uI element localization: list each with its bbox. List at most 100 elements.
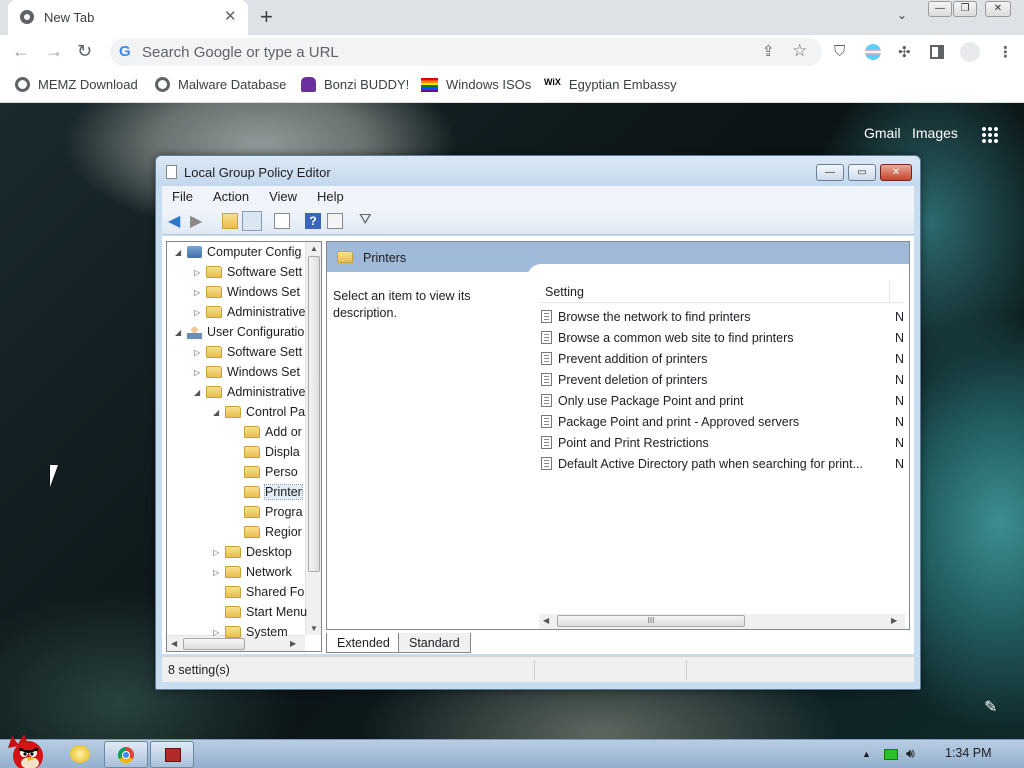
tab-extended[interactable]: Extended	[326, 633, 401, 653]
expanded-arrow-icon[interactable]: ◢	[213, 408, 225, 417]
tree-item[interactable]: ◢ Computer Config	[175, 242, 302, 262]
tree-item[interactable]: Regior	[232, 522, 302, 542]
customize-pencil-icon[interactable]: ✎	[984, 697, 997, 717]
up-folder-icon[interactable]	[222, 213, 238, 229]
new-tab-button[interactable]: +	[260, 4, 273, 30]
tree-item[interactable]: ▷ Windows Set	[194, 362, 300, 382]
expanded-arrow-icon[interactable]: ◢	[194, 388, 206, 397]
ublock-shield-icon[interactable]: ⛉	[834, 43, 845, 60]
tree-item[interactable]: Printer	[232, 482, 303, 502]
scroll-up-icon[interactable]: ▲	[310, 244, 318, 253]
window-close-button[interactable]: ✕	[880, 164, 912, 181]
tree-item[interactable]: ▷ Administrative	[194, 302, 306, 322]
setting-row[interactable]: Point and Print Restrictions N	[541, 432, 909, 453]
collapsed-arrow-icon[interactable]: ▷	[194, 308, 206, 317]
tab-search-chevron-icon[interactable]: ⌄	[897, 8, 907, 22]
flag-extension-icon[interactable]	[865, 44, 881, 60]
menu-kebab-icon[interactable]: ⋮	[998, 43, 1013, 61]
setting-row[interactable]: Prevent addition of printers N	[541, 348, 909, 369]
window-maximize-button[interactable]: ▭	[848, 164, 876, 181]
tree-item[interactable]: ▷ Desktop	[213, 542, 292, 562]
setting-row[interactable]: Package Point and print - Approved serve…	[541, 411, 909, 432]
setting-row[interactable]: Browse the network to find printers N	[541, 306, 909, 327]
explorer-icon[interactable]	[70, 745, 90, 763]
window-titlebar[interactable]: Local Group Policy Editor — ▭ ✕	[156, 156, 920, 186]
setting-row[interactable]: Browse a common web site to find printer…	[541, 327, 909, 348]
tree-item[interactable]: Displa	[232, 442, 300, 462]
tree-item[interactable]: ◢ User Configuratio	[175, 322, 304, 342]
collapsed-arrow-icon[interactable]: ▷	[194, 288, 206, 297]
angry-bird-start-icon[interactable]	[4, 730, 48, 768]
forward-icon[interactable]: →	[45, 41, 63, 62]
side-panel-icon[interactable]	[930, 45, 944, 59]
setting-row[interactable]: Default Active Directory path when searc…	[541, 453, 909, 474]
scroll-right-icon[interactable]: ▶	[290, 639, 296, 648]
menu-help[interactable]: Help	[307, 186, 354, 208]
show-hide-tree-icon[interactable]	[242, 211, 262, 231]
bookmark-bonzi-buddy[interactable]: Bonzi BUDDY!	[301, 77, 409, 92]
column-setting[interactable]: Setting	[545, 285, 584, 299]
volume-icon[interactable]: 🔊︎	[906, 745, 915, 762]
collapsed-arrow-icon[interactable]: ▷	[194, 268, 206, 277]
back-arrow-icon[interactable]: ◀	[168, 211, 184, 230]
tree-item[interactable]: Start Menu	[213, 602, 307, 622]
scroll-left-icon[interactable]: ◀	[543, 616, 549, 625]
scroll-right-icon[interactable]: ▶	[891, 616, 897, 625]
column-header[interactable]: Setting	[539, 278, 903, 303]
window-minimize-button[interactable]: —	[816, 164, 844, 181]
expanded-arrow-icon[interactable]: ◢	[175, 248, 187, 257]
menu-file[interactable]: File	[162, 186, 203, 208]
settings-horizontal-scrollbar[interactable]: ◀ III ▶	[539, 614, 905, 629]
setting-row[interactable]: Only use Package Point and print N	[541, 390, 909, 411]
minimize-button[interactable]: —	[928, 1, 952, 17]
menu-view[interactable]: View	[259, 186, 307, 208]
filter-icon[interactable]: ⛛	[359, 211, 375, 228]
apps-grid-icon[interactable]	[981, 126, 999, 144]
tree-item[interactable]: ▷ Software Sett	[194, 262, 302, 282]
tree-item[interactable]: ▷ Software Sett	[194, 342, 302, 362]
tree-item[interactable]: Add or	[232, 422, 302, 442]
export-list-icon[interactable]	[274, 213, 290, 229]
taskbar-gpedit-button[interactable]	[150, 741, 194, 768]
battery-icon[interactable]	[884, 749, 898, 760]
collapsed-arrow-icon[interactable]: ▷	[213, 548, 225, 557]
tree-item[interactable]: Progra	[232, 502, 303, 522]
reload-icon[interactable]: ↻	[77, 41, 92, 62]
bookmark-windows-isos[interactable]: Windows ISOs	[421, 77, 531, 92]
tab-standard[interactable]: Standard	[398, 633, 471, 653]
setting-row[interactable]: Prevent deletion of printers N	[541, 369, 909, 390]
collapsed-arrow-icon[interactable]: ▷	[213, 628, 225, 637]
tab-new-tab[interactable]: New Tab ✕	[8, 0, 248, 35]
tray-expand-icon[interactable]: ▲	[862, 749, 871, 759]
scroll-left-icon[interactable]: ◀	[171, 639, 177, 648]
collapsed-arrow-icon[interactable]: ▷	[213, 568, 225, 577]
bookmark-malware-database[interactable]: Malware Database	[155, 77, 286, 92]
tree-item[interactable]: ▷ Network	[213, 562, 292, 582]
tree-item[interactable]: ◢ Control Pa	[213, 402, 305, 422]
policy-tree[interactable]: ▲ ▼ ◀ ▶ ◢ Computer Config ▷ Software Sett ▷ W…	[166, 241, 322, 652]
bookmark-star-icon[interactable]: ☆	[792, 41, 807, 61]
bookmark-memz[interactable]: MEMZ Download	[15, 77, 138, 92]
tree-item[interactable]: ▷ Windows Set	[194, 282, 300, 302]
scroll-down-icon[interactable]: ▼	[310, 624, 318, 633]
profile-avatar-icon[interactable]	[960, 42, 980, 62]
menu-action[interactable]: Action	[203, 186, 259, 208]
collapsed-arrow-icon[interactable]: ▷	[194, 368, 206, 377]
restore-button[interactable]: ❐	[953, 1, 977, 17]
gmail-link[interactable]: Gmail	[864, 125, 901, 141]
tree-item[interactable]: Shared Fo	[213, 582, 304, 602]
bookmark-egyptian-embassy[interactable]: WiX Egyptian Embassy	[544, 77, 677, 92]
extensions-puzzle-icon[interactable]: ✣	[898, 43, 911, 61]
clock[interactable]: 1:34 PM	[945, 746, 992, 760]
tree-item[interactable]: Perso	[232, 462, 298, 482]
tree-scroll-thumb[interactable]	[308, 256, 320, 572]
forward-arrow-icon[interactable]: ▶	[190, 211, 206, 230]
properties-icon[interactable]	[327, 213, 343, 229]
expanded-arrow-icon[interactable]: ◢	[175, 328, 187, 337]
images-link[interactable]: Images	[912, 125, 958, 141]
close-button[interactable]: ✕	[985, 1, 1011, 17]
address-bar[interactable]: G Search Google or type a URL ⇪ ☆	[110, 38, 822, 66]
settings-scroll-thumb[interactable]: III	[557, 615, 745, 627]
share-icon[interactable]: ⇪	[762, 42, 775, 60]
tree-item[interactable]: ▷ System	[213, 622, 288, 642]
